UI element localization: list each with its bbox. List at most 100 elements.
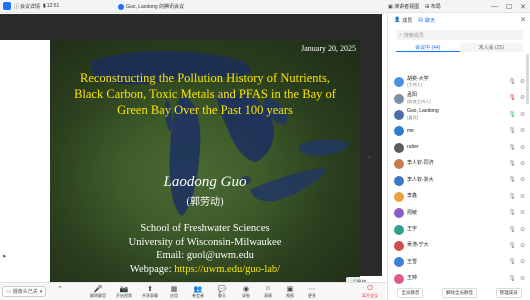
close-window-icon[interactable]: ✕ (520, 3, 526, 11)
slide-title-line: Green Bay Over the Past 100 years (117, 103, 293, 117)
microphone-muted-icon[interactable]: 🎙 (508, 258, 516, 265)
microphone-active-red-icon[interactable]: 🎙 (508, 94, 516, 101)
chat-icon: 💬 (217, 285, 227, 293)
camera-icon: ▭ (6, 288, 11, 295)
close-panel-icon[interactable]: ✕ (520, 16, 526, 24)
participant-row[interactable]: 王宇 🎙 ⊘ (388, 222, 530, 238)
avatar (394, 93, 404, 104)
camera-selector[interactable]: ▭ 摄像头已关 ▾ (2, 286, 46, 297)
avatar (394, 208, 404, 219)
participant-row[interactable]: 周敏 🎙 ⊘ (388, 205, 530, 221)
more-button[interactable]: ⋯ 更多 (300, 284, 324, 299)
camera-off-icon[interactable]: ⊘ (520, 209, 525, 216)
participant-name-block: 李人钦-浙大 (407, 177, 434, 184)
participants-button[interactable]: 👥 参会者 (186, 284, 210, 299)
record-button[interactable]: ◉ 录制 (234, 284, 258, 299)
microphone-muted-icon[interactable]: 🎙 (508, 78, 516, 85)
segment-in-meeting[interactable]: 会议中 (44) (396, 43, 460, 52)
participant-name: 吴涛-宁大 (407, 242, 429, 249)
participant-row[interactable]: 李鑫 🎙 ⊘ (388, 189, 530, 205)
tab-members[interactable]: 👤 成员 (394, 17, 412, 24)
microphone-muted-icon[interactable]: 🎙 (508, 226, 516, 233)
smile-icon: ☺ (264, 285, 272, 292)
participant-role: (主持人) (407, 82, 423, 88)
participant-role: (嘉宾) (407, 114, 419, 120)
camera-off-icon[interactable]: ⊘ (520, 78, 525, 85)
camera-off-icon[interactable]: ⊘ (520, 111, 525, 118)
participant-name: 王宇 (407, 225, 418, 232)
camera-off-icon[interactable]: ⊘ (520, 176, 525, 183)
microphone-muted-icon[interactable]: 🎙 (508, 127, 516, 134)
participant-row[interactable]: ruber 🎙 ⊘ (388, 140, 530, 156)
slide-email: Email: guol@uwm.edu (156, 250, 254, 261)
segment-in-meeting-label: 会议中 (44) (415, 44, 441, 51)
speaker-view-label: 演讲者视图 (394, 4, 420, 10)
leave-meeting-button[interactable]: ⏻ 离开会议 (358, 284, 382, 299)
camera-off-icon[interactable]: ⊘ (520, 258, 525, 265)
speaker-view-button[interactable]: ▣ 演讲者视图 (388, 3, 419, 10)
meeting-info-label: 会议详情 (20, 3, 41, 10)
participant-row[interactable]: 胡奕-大学 (主持人) 🎙 ⊘ (388, 74, 530, 90)
camera-off-icon[interactable]: ⊘ (520, 144, 525, 151)
camera-off-icon[interactable]: ⊘ (520, 193, 525, 200)
participant-row[interactable]: 王婷 🎙 ⊘ (388, 271, 530, 287)
mute-all-button[interactable]: 全员静音 (397, 288, 424, 298)
participant-name: me (407, 127, 414, 134)
members-icon: 👤 (394, 17, 401, 23)
chat-label: 聊天 (218, 293, 226, 298)
participant-name-block: 王宇 (407, 225, 418, 233)
participant-status-icons: 🎙 ⊘ (508, 160, 525, 167)
panel-toggle-icon[interactable]: ‹ (368, 154, 370, 161)
participant-row[interactable]: me 🎙 ⊘ (388, 123, 530, 139)
view-label: 视图 (286, 293, 294, 298)
play-arrow-icon[interactable]: ▸ (3, 252, 7, 260)
microphone-muted-icon[interactable]: 🎙 (508, 242, 516, 249)
participant-name: 周敏 (407, 209, 418, 216)
camera-off-icon[interactable]: ⊘ (520, 275, 525, 282)
member-search-input[interactable]: ⌕ 搜索成员 (396, 30, 523, 40)
camera-off-icon[interactable]: ⊘ (520, 127, 525, 134)
camera-off-icon[interactable]: ⊘ (520, 226, 525, 233)
participant-status-icons: 🎙 ⊘ (508, 176, 525, 183)
microphone-muted-icon[interactable]: 🎙 (508, 160, 516, 167)
camera-off-icon[interactable]: ⊘ (520, 160, 525, 167)
participant-row[interactable]: 李人钦-浙大 🎙 ⊘ (388, 172, 530, 188)
meeting-info-button[interactable]: ⓘ 会议详情 (14, 3, 40, 10)
view-button[interactable]: ▣ 视图 (278, 284, 302, 299)
avatar (394, 126, 404, 137)
camera-off-icon[interactable]: ⊘ (520, 94, 525, 101)
reactions-button[interactable]: ☺ 表情 (256, 284, 280, 299)
maximize-icon[interactable]: ☐ (506, 3, 512, 11)
camera-off-icon[interactable]: ⊘ (520, 242, 525, 249)
microphone-muted-icon[interactable]: 🎙 (508, 275, 516, 282)
unmute-button[interactable]: 🎤 解除静音 (86, 284, 110, 299)
video-camera-icon: 📷 (119, 285, 129, 293)
participant-row[interactable]: 孟阳 (联席主持人) 🎙 ⊘ (388, 90, 530, 106)
microphone-muted-icon[interactable]: 🎙 (508, 176, 516, 183)
unmute-all-button[interactable]: 解除全员静音 (441, 288, 477, 298)
participant-row[interactable]: 王雪 🎙 ⊘ (388, 254, 530, 270)
member-segments: 会议中 (44) 未入会 (25) (396, 43, 523, 52)
share-screen-button[interactable]: ⬆ 共享屏幕 (138, 284, 162, 299)
participant-row[interactable]: 吴涛-宁大 🎙 ⊘ (388, 238, 530, 254)
expand-button[interactable]: ⌃ (48, 284, 72, 293)
tab-chat[interactable]: ▤ 聊天 (418, 17, 435, 24)
meeting-title-text: Guo, Laodong 的腾讯会议 (126, 4, 185, 10)
microphone-muted-icon[interactable]: 🎙 (508, 209, 516, 216)
chat-button[interactable]: 💬 聊天 (210, 284, 234, 299)
participant-name-block: 李鑫 (407, 194, 417, 200)
microphone-muted-icon[interactable]: 🎙 (508, 193, 516, 200)
layout-button[interactable]: ⊞ 布局 (425, 3, 441, 10)
apps-button[interactable]: ▦ 应用 (162, 284, 186, 299)
participant-row[interactable]: 李人钦-同济 🎙 ⊘ (388, 156, 530, 172)
minimize-icon[interactable]: — (491, 3, 498, 10)
participant-status-icons: 🎙 ⊘ (508, 193, 525, 200)
start-video-button[interactable]: 📷 开启视频 (112, 284, 136, 299)
microphone-muted-icon[interactable]: 🎙 (508, 144, 516, 151)
manage-members-button[interactable]: 管理成员 (495, 288, 522, 298)
leave-meeting-label: 离开会议 (362, 293, 378, 298)
segment-not-joined[interactable]: 未入会 (25) (459, 43, 523, 52)
microphone-speaking-icon[interactable]: 🎙 (508, 111, 516, 118)
participant-row[interactable]: Guo, Laodong (嘉宾) 🎙 ⊘ (388, 107, 530, 123)
slide-speaker-chinese-name: (郭劳动) (186, 197, 224, 208)
